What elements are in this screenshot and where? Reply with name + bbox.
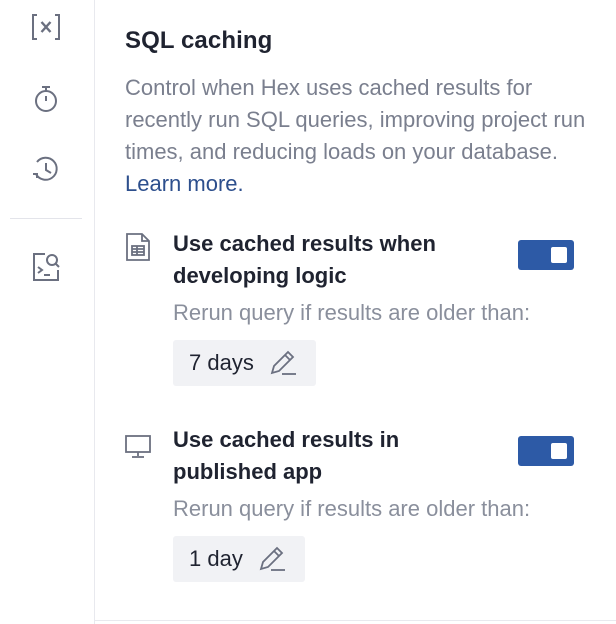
toggle-knob	[551, 443, 567, 459]
learn-more-link[interactable]: Learn more.	[125, 171, 244, 196]
panel-description: Control when Hex uses cached results for…	[125, 72, 605, 200]
toggle-knob	[551, 247, 567, 263]
setting-label: Use cached results when developing logic	[173, 231, 436, 288]
duration-edit-button[interactable]: 7 days	[173, 340, 316, 386]
left-icon-rail	[0, 0, 95, 624]
published-app-toggle[interactable]	[518, 436, 574, 466]
developing-logic-toggle[interactable]	[518, 240, 574, 270]
history-icon[interactable]	[27, 150, 65, 188]
rerun-label: Rerun query if results are older than:	[173, 300, 531, 325]
duration-value: 7 days	[189, 350, 254, 375]
sql-search-icon[interactable]	[27, 248, 65, 286]
timer-icon[interactable]	[27, 80, 65, 118]
monitor-icon	[125, 428, 151, 458]
sql-caching-panel: SQL caching Control when Hex uses cached…	[95, 0, 616, 624]
pencil-icon	[257, 543, 289, 575]
pencil-icon	[268, 347, 300, 379]
setting-label: Use cached results in published app	[173, 427, 400, 484]
description-text: Control when Hex uses cached results for…	[125, 75, 586, 164]
setting-published-app: Use cached results in published app Reru…	[125, 424, 585, 594]
duration-edit-button[interactable]: 1 day	[173, 536, 305, 582]
setting-developing-logic: Use cached results when developing logic…	[125, 228, 585, 398]
rail-divider	[10, 218, 82, 219]
sql-caching-page: SQL caching Control when Hex uses cached…	[0, 0, 616, 624]
rerun-label: Rerun query if results are older than:	[173, 496, 531, 521]
document-table-icon	[125, 232, 151, 262]
panel-title: SQL caching	[125, 27, 273, 54]
variables-icon[interactable]	[27, 8, 65, 46]
panel-bottom-divider	[95, 620, 616, 621]
duration-value: 1 day	[189, 546, 243, 571]
